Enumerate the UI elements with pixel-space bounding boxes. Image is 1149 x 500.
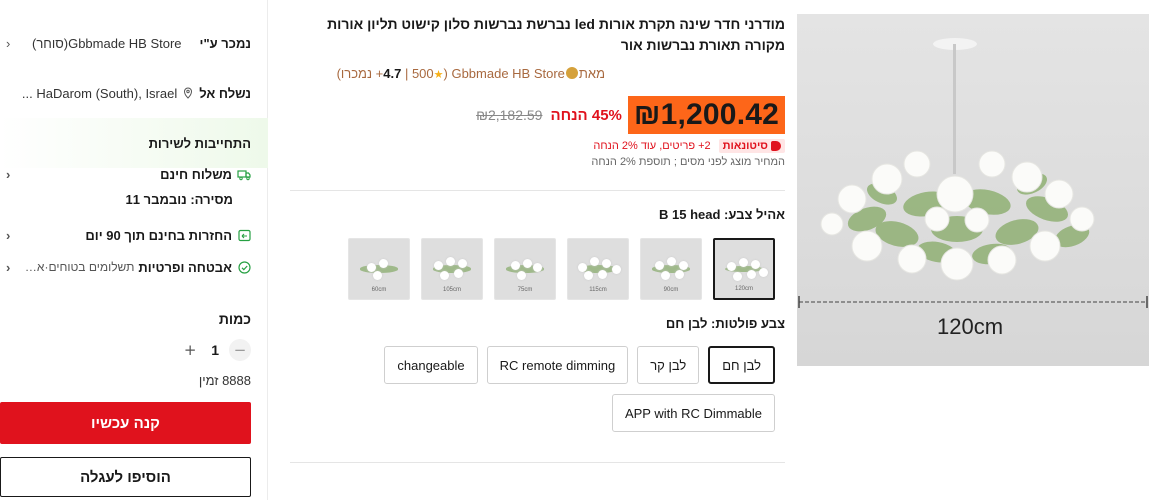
- quantity-increase-button[interactable]: +: [179, 339, 202, 361]
- ship-to-row[interactable]: נשלח אל HaDarom (South), Israel ...: [0, 82, 251, 104]
- free-shipping-label: משלוח חינם: [160, 166, 232, 182]
- ship-to-label: נשלח אל: [199, 85, 251, 101]
- thumbnail-size-caption: 120cm: [734, 286, 753, 292]
- current-price: ₪1,200.42: [633, 98, 779, 131]
- divider: [290, 462, 785, 463]
- security-privacy-row[interactable]: אבטחה ופרטיות תשלומים בטוחים·אבט... ‹: [0, 257, 251, 277]
- stock-available: 8888 זמין: [198, 372, 251, 388]
- option-changeable[interactable]: changeable: [384, 346, 478, 384]
- light-temperature-label: צבע פולטות: לבן חם: [665, 316, 785, 331]
- color-thumbnail[interactable]: 90cm: [640, 238, 702, 300]
- store-by-label: מאת: [578, 66, 605, 81]
- color-thumbnail[interactable]: 75cm: [494, 238, 556, 300]
- security-privacy-subtext: תשלומים בטוחים·אבט...: [19, 260, 135, 274]
- quantity-label: כמות: [218, 311, 251, 327]
- quantity-stepper: − 1 +: [0, 338, 251, 362]
- color-thumbnail[interactable]: 115cm: [567, 238, 629, 300]
- quantity-decrease-button[interactable]: −: [229, 339, 251, 361]
- free-returns-label: החזרות בחינם תוך 90 יום: [85, 227, 232, 243]
- thumbnail-size-caption: 60cm: [371, 287, 387, 293]
- thumbnail-size-caption: 75cm: [517, 287, 533, 293]
- image-size-label: 120cm: [937, 314, 1004, 339]
- light-options: לבן חם לבן קר RC remote dimming changeab…: [345, 346, 775, 432]
- option-rc-remote-dimming[interactable]: RC remote dimming: [486, 346, 629, 384]
- chevron-right-icon[interactable]: ‹: [6, 167, 10, 182]
- seller-label: נמכר ע"י: [199, 35, 251, 51]
- purchase-panel: נמכר ע"י Gbbmade HB Store(סוחר) ‹ נשלח א…: [0, 0, 268, 500]
- security-privacy-label: אבטחה ופרטיות: [138, 259, 232, 275]
- discount-badge: 45% הנחה: [550, 106, 622, 124]
- tag-icon: [771, 141, 781, 151]
- option-warm-white[interactable]: לבן חם: [708, 346, 775, 384]
- shield-check-icon: [238, 260, 251, 274]
- chevron-right-icon[interactable]: ‹: [6, 260, 10, 275]
- thumbnail-size-caption: 115cm: [589, 287, 607, 293]
- price-highlight: ₪1,200.42: [627, 96, 785, 134]
- thumbnail-size-caption: 90cm: [663, 287, 679, 293]
- promo-text: 2+ פריטים, עוד 2% הנחה: [593, 140, 711, 152]
- color-thumbnails: 120cm 90cm 115cm 75cm 105cm 60cm: [348, 238, 775, 300]
- return-box-icon: [238, 229, 251, 242]
- store-logo-icon: [565, 67, 578, 79]
- add-to-cart-button[interactable]: הוסיפו לעגלה: [0, 457, 251, 497]
- product-title: מודרני חדר שינה תקרת אורות led נברשת נבר…: [327, 16, 785, 53]
- thumbnail-size-caption: 105cm: [442, 287, 461, 293]
- seller-store-name[interactable]: Gbbmade HB Store(סוחר): [32, 36, 182, 51]
- chevron-right-icon[interactable]: ‹: [6, 36, 10, 51]
- ship-to-location[interactable]: HaDarom (South), Israel ...: [22, 86, 177, 101]
- product-main-image[interactable]: 120cm: [797, 14, 1149, 366]
- original-price: ₪2,182.59: [476, 107, 543, 123]
- truck-icon: [237, 168, 251, 181]
- star-icon: ★: [433, 69, 444, 81]
- store-name-link[interactable]: Gbbmade HB Store: [451, 66, 564, 81]
- wholesale-badge: סיטונאות: [718, 139, 785, 153]
- quantity-value[interactable]: 1: [211, 342, 219, 358]
- option-cool-white[interactable]: לבן קר: [637, 346, 700, 384]
- service-commitment-title: התחייבות לשירות: [148, 135, 251, 151]
- promo-row[interactable]: סיטונאות 2+ פריטים, עוד 2% הנחה: [593, 138, 785, 154]
- color-variant-label: אהיל צבע: B 15 head: [659, 207, 785, 222]
- delivery-date: מסירה: נובמבר 11: [125, 191, 233, 207]
- chevron-right-icon[interactable]: ‹: [6, 228, 10, 243]
- location-pin-icon: [183, 87, 193, 99]
- color-thumbnail[interactable]: 105cm: [421, 238, 483, 300]
- store-rating: 4.7: [383, 66, 402, 81]
- free-shipping-row[interactable]: משלוח חינם ‹: [0, 164, 251, 184]
- seller-row[interactable]: נמכר ע"י Gbbmade HB Store(סוחר) ‹: [0, 32, 251, 54]
- price-row: ₪1,200.42 45% הנחה ₪2,182.59: [476, 96, 785, 134]
- wholesale-label: סיטונאות: [722, 140, 768, 152]
- store-rating-line[interactable]: מאתGbbmade HB Store (★4.7 | 500+ נמכרו): [337, 66, 605, 81]
- divider: [290, 190, 785, 191]
- tax-note: המחיר מוצג לפני מסים ; תוספת 2% הנחה: [591, 156, 785, 168]
- free-returns-row[interactable]: החזרות בחינם תוך 90 יום ‹: [0, 225, 251, 245]
- color-thumbnail[interactable]: 60cm: [348, 238, 410, 300]
- option-app-rc-dimmable[interactable]: APP with RC Dimmable: [611, 394, 775, 432]
- buy-now-button[interactable]: קנה עכשיו: [0, 402, 251, 444]
- color-thumbnail[interactable]: 120cm: [713, 238, 775, 300]
- product-info: מודרני חדר שינה תקרת אורות led נברשת נבר…: [290, 0, 785, 500]
